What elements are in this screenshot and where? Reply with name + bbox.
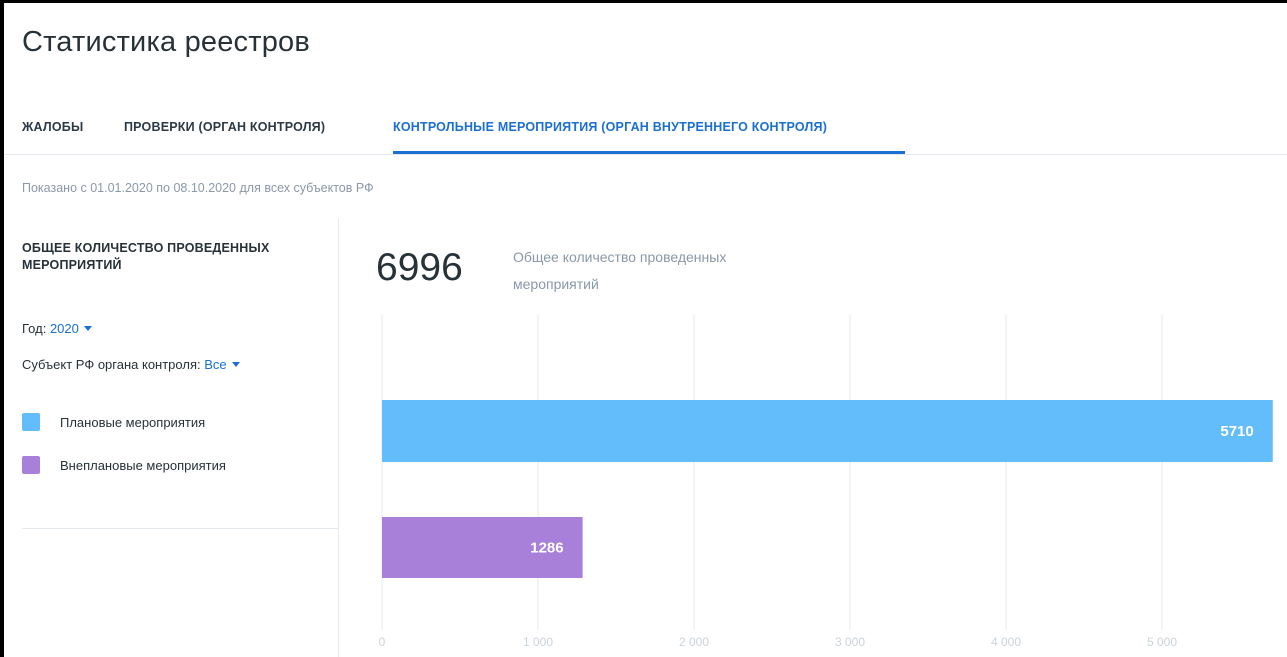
x-tick-label: 1 000: [523, 635, 553, 649]
x-tick-label: 4 000: [991, 635, 1021, 649]
bar-value-planned: 5710: [1220, 423, 1253, 440]
x-tick-label: 5 000: [1147, 635, 1177, 649]
bar-chart: 0 1 000 2 000 3 000 4 000 5 000 5710 1286: [379, 315, 1273, 649]
x-tick-label: 0: [379, 635, 386, 649]
x-tick-label: 2 000: [679, 635, 709, 649]
x-tick-label: 3 000: [835, 635, 865, 649]
bar-value-unplanned: 1286: [530, 540, 563, 557]
bar-planned[interactable]: [382, 400, 1273, 462]
